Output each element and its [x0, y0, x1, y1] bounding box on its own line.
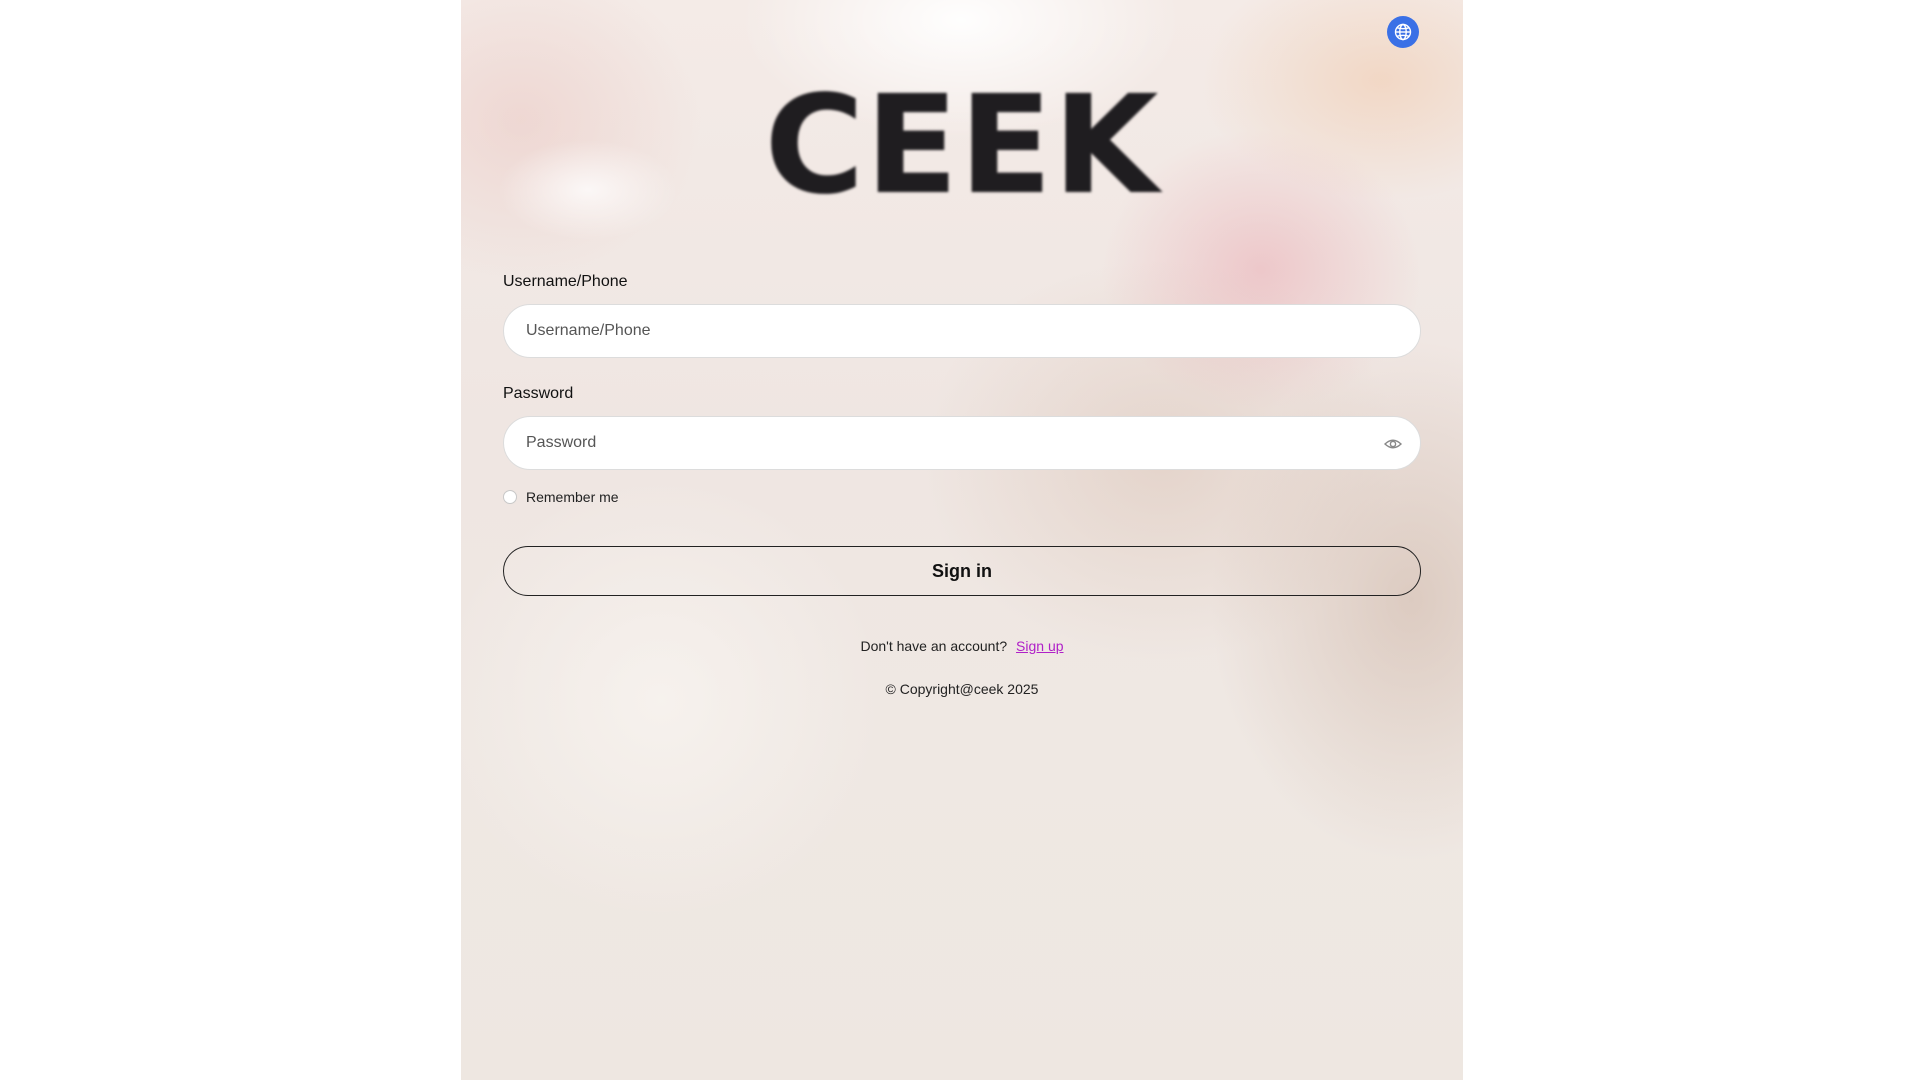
- signup-row: Don't have an account? Sign up: [503, 638, 1421, 654]
- username-field-wrapper: [503, 304, 1421, 358]
- globe-icon: [1394, 23, 1412, 41]
- eye-icon[interactable]: [1384, 436, 1402, 452]
- login-form: Username/Phone Password Remember me Sign…: [503, 272, 1421, 697]
- remember-me-row: Remember me: [503, 488, 1421, 506]
- username-label: Username/Phone: [503, 273, 628, 290]
- language-button[interactable]: [1387, 16, 1419, 48]
- password-label: Password: [503, 385, 574, 402]
- password-input[interactable]: [504, 417, 1420, 469]
- sign-in-button[interactable]: Sign in: [503, 546, 1421, 596]
- login-panel: CEEK Username/Phone Password Remember me…: [461, 0, 1463, 1080]
- copyright-text: © Copyright@ceek 2025: [885, 681, 1039, 697]
- username-input[interactable]: [504, 305, 1420, 357]
- page: CEEK Username/Phone Password Remember me…: [0, 0, 1920, 1080]
- signup-prompt: Don't have an account?: [860, 638, 1008, 654]
- remember-me-label[interactable]: Remember me: [526, 489, 619, 505]
- sign-up-link[interactable]: Sign up: [1016, 638, 1063, 654]
- remember-me-checkbox[interactable]: [503, 490, 517, 504]
- brand-logo: CEEK: [764, 67, 1160, 225]
- password-field-wrapper: [503, 416, 1421, 470]
